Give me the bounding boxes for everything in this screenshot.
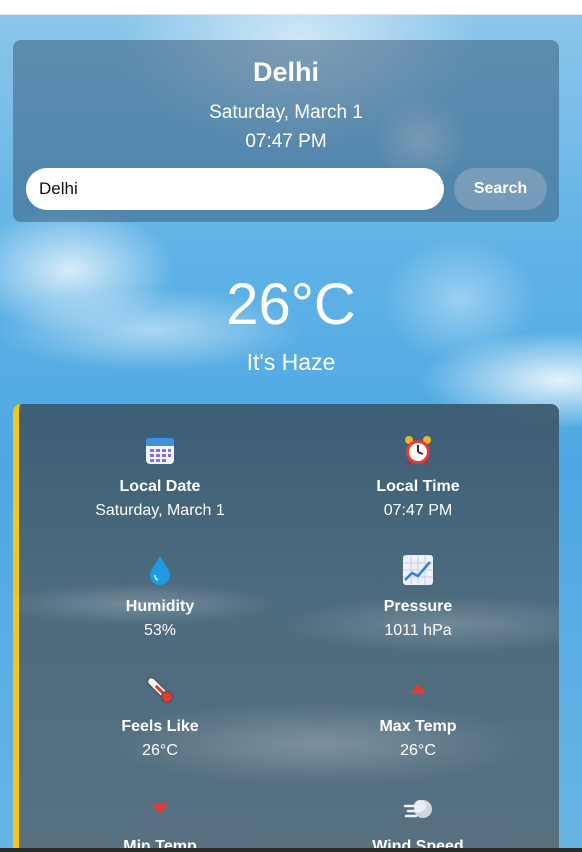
local-time-value: 07:47 PM bbox=[383, 502, 453, 519]
pressure-value: 1011 hPa bbox=[384, 622, 452, 639]
weather-details-card: Local Date Saturday, March 1 Local Time … bbox=[13, 404, 559, 852]
city-search-input[interactable] bbox=[26, 168, 444, 210]
wind-speed-stat: Wind Speed bbox=[293, 794, 543, 852]
city-name: Delhi bbox=[252, 57, 319, 87]
down-triangle-icon bbox=[152, 804, 168, 814]
max-temp-value: 26°C bbox=[400, 742, 436, 759]
local-date-value: Saturday, March 1 bbox=[95, 502, 225, 519]
pressure-stat: Pressure 1011 hPa bbox=[293, 554, 543, 640]
wind-icon bbox=[403, 800, 432, 818]
feels-like-value: 26°C bbox=[142, 742, 178, 759]
humidity-value: 53% bbox=[143, 622, 177, 639]
min-temp-stat: Min Temp bbox=[35, 794, 285, 852]
local-time-label: Local Time bbox=[376, 478, 460, 495]
pressure-label: Pressure bbox=[383, 598, 453, 615]
humidity-label: Humidity bbox=[125, 598, 195, 615]
feels-like-stat: Feels Like 26°C bbox=[35, 674, 285, 760]
current-date: Saturday, March 1 bbox=[209, 102, 363, 123]
droplet-icon bbox=[150, 556, 170, 585]
weather-condition: It's Haze bbox=[246, 349, 336, 375]
search-button[interactable]: Search bbox=[454, 168, 547, 210]
current-temperature: 26°C bbox=[226, 272, 356, 337]
max-temp-stat: Max Temp 26°C bbox=[293, 674, 543, 760]
local-date-label: Local Date bbox=[119, 478, 201, 495]
local-date-stat: Local Date Saturday, March 1 bbox=[35, 434, 285, 520]
up-triangle-icon bbox=[410, 684, 426, 694]
calendar-icon bbox=[146, 438, 174, 464]
thermometer-icon bbox=[146, 676, 174, 704]
current-time: 07:47 PM bbox=[245, 131, 327, 152]
humidity-stat: Humidity 53% bbox=[35, 554, 285, 640]
alarm-clock-icon bbox=[405, 436, 431, 466]
local-time-stat: Local Time 07:47 PM bbox=[293, 434, 543, 520]
browser-bottom-strip bbox=[0, 848, 582, 852]
chart-increasing-icon bbox=[403, 555, 433, 585]
max-temp-label: Max Temp bbox=[379, 718, 457, 735]
feels-like-label: Feels Like bbox=[121, 718, 199, 735]
browser-top-strip bbox=[0, 0, 582, 15]
location-header-card: Delhi Saturday, March 1 07:47 PM Search bbox=[13, 40, 559, 222]
